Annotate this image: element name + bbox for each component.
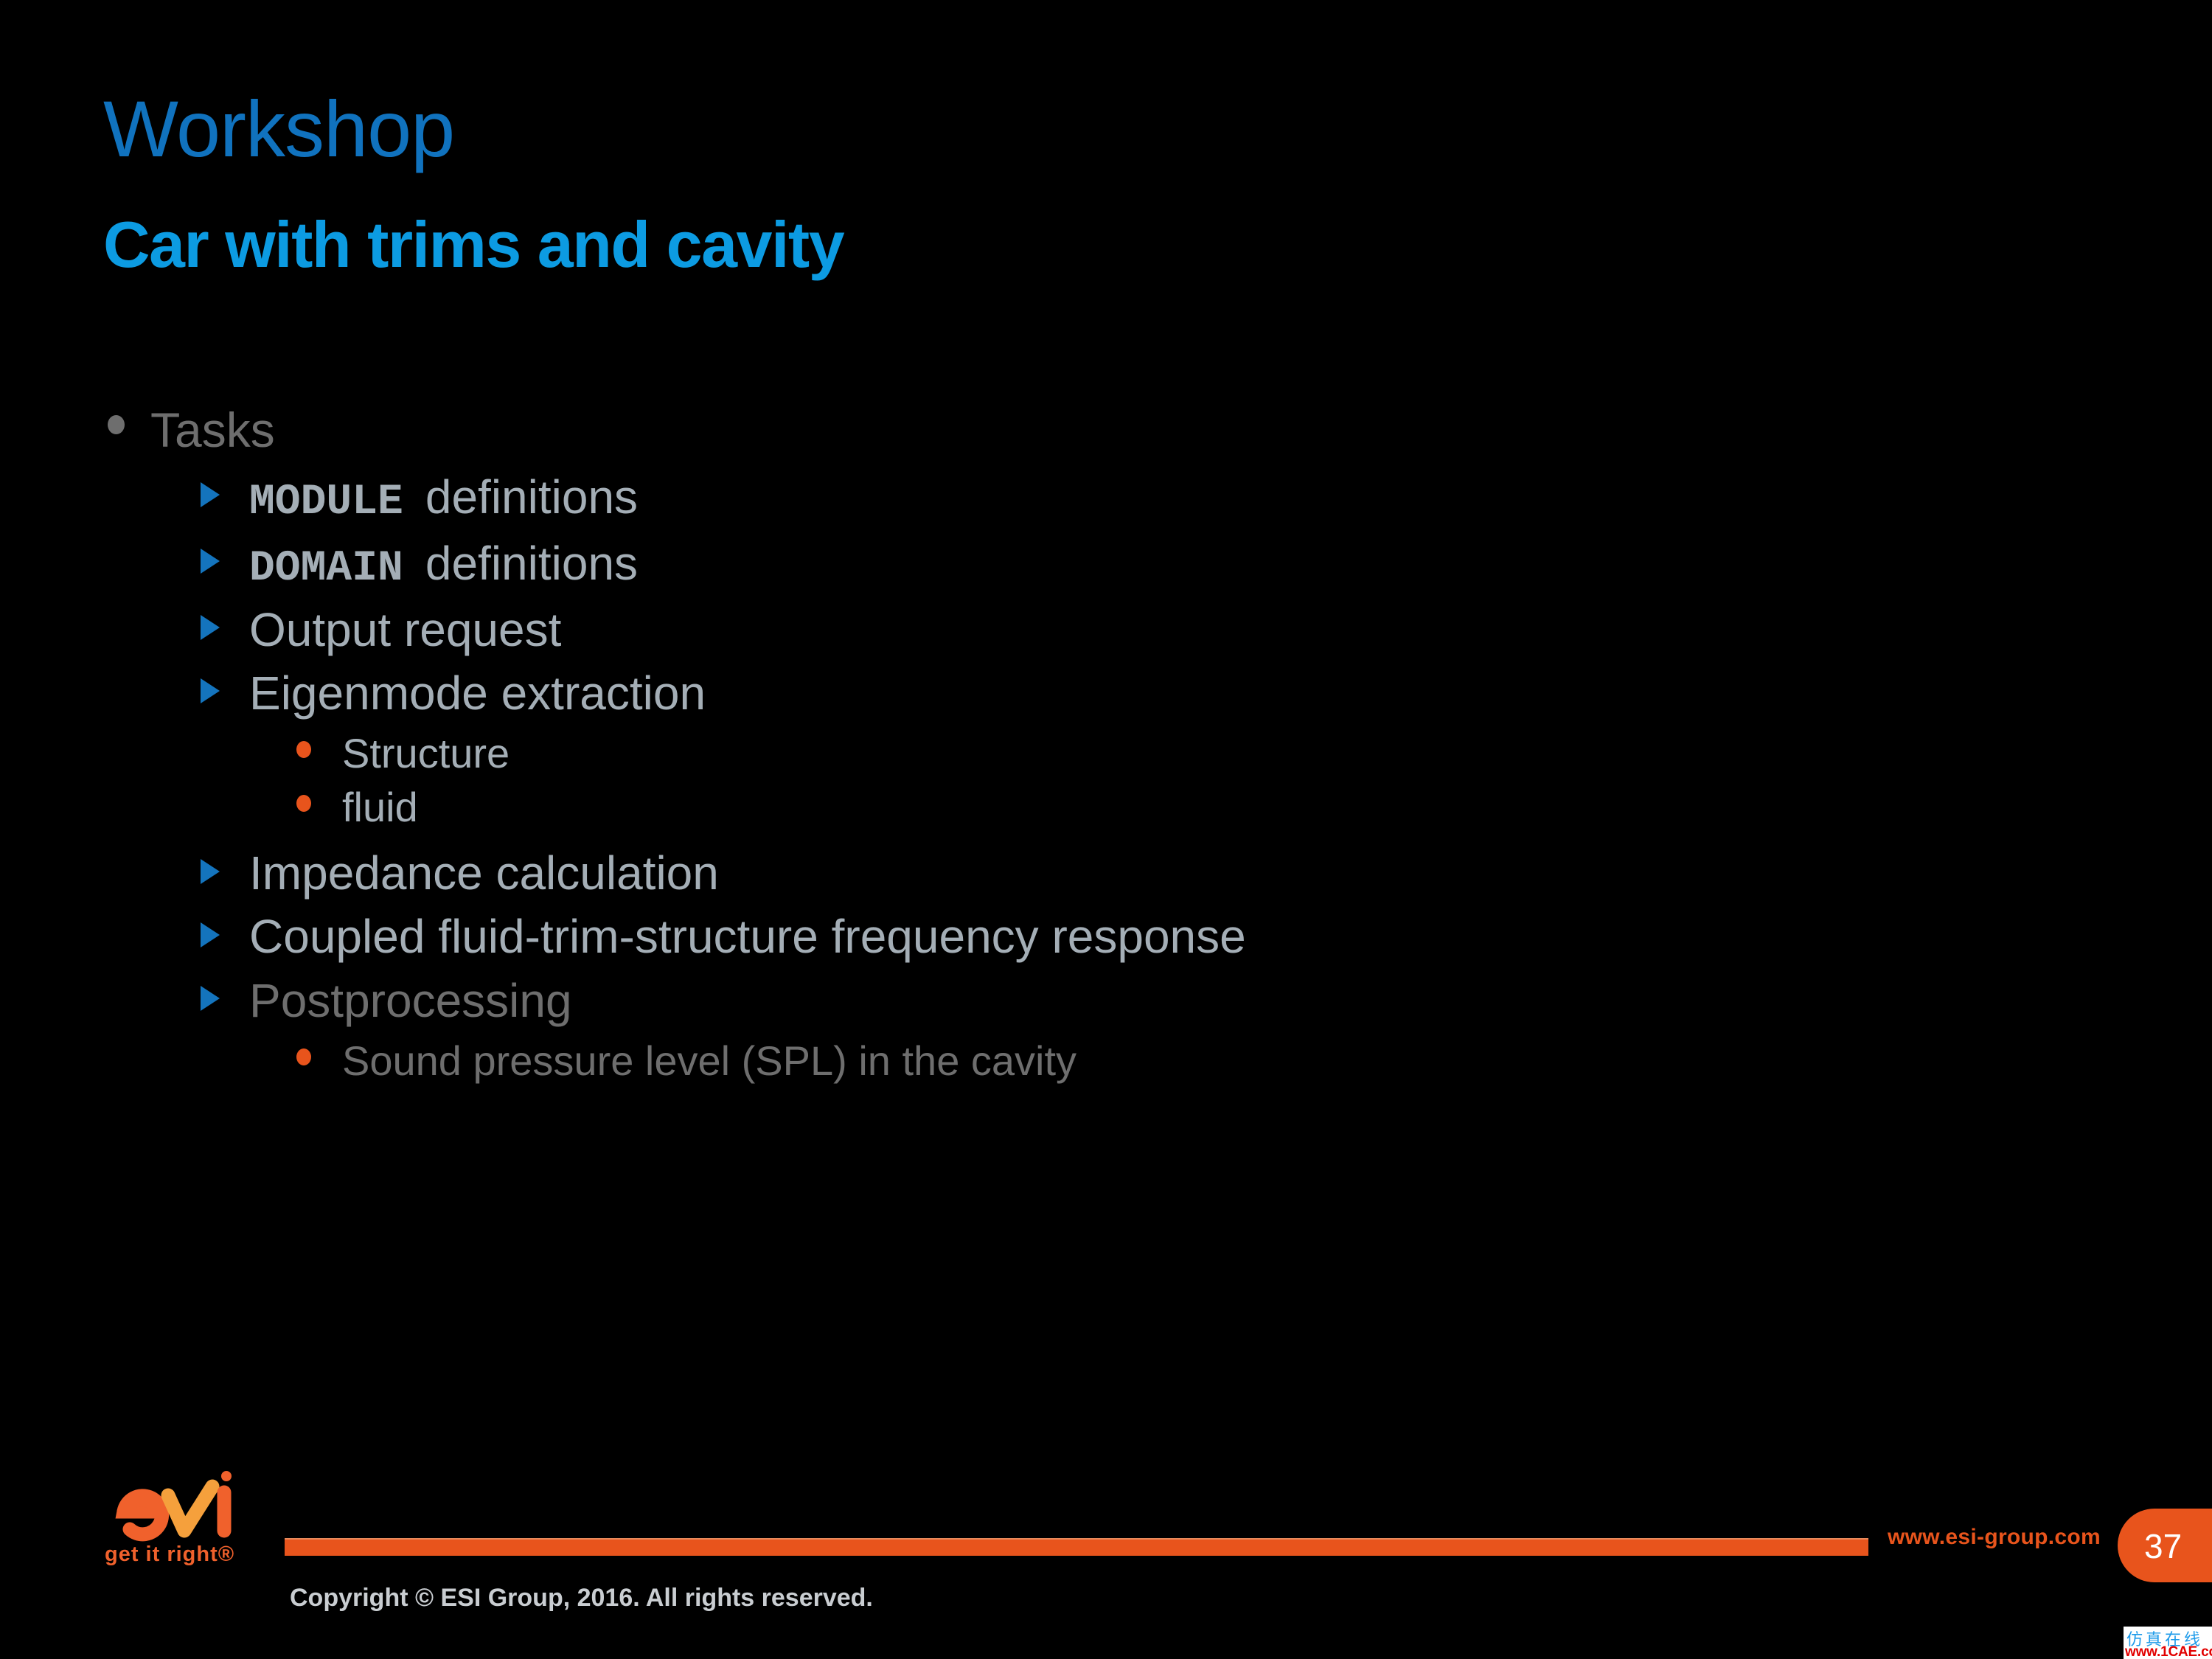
list-item-label: Output request (249, 602, 562, 656)
list-item-tasks: Tasks (103, 402, 2035, 459)
list-item-output-request: Output request (199, 602, 2035, 658)
triangle-icon (199, 922, 249, 958)
list-item-text: definitions (425, 470, 639, 524)
list-item-label: MODULE definitions (249, 469, 638, 528)
list-item-label: fluid (342, 784, 418, 831)
list-item-coupled-frequency-response: Coupled fluid-trim-structure frequency r… (199, 908, 2035, 964)
list-item-structure: Structure (296, 728, 2035, 778)
list-item-label: Sound pressure level (SPL) in the cavity (342, 1037, 1077, 1084)
list-item-module: MODULE definitions (199, 469, 2035, 528)
watermark-url-text: www.1CAE.com (2125, 1644, 2212, 1659)
triangle-icon (199, 615, 249, 651)
slide-canvas: Workshop Car with trims and cavity Tasks… (0, 0, 2212, 1659)
list-item-domain: DOMAIN definitions (199, 535, 2035, 594)
triangle-icon (199, 858, 249, 894)
list-item-fluid: fluid (296, 782, 2035, 832)
list-item-postprocessing: Postprocessing (199, 973, 2035, 1029)
copyright-notice: Copyright © ESI Group, 2016. All rights … (290, 1584, 873, 1612)
triangle-icon (199, 481, 249, 518)
keyword-module: MODULE (249, 478, 403, 526)
triangle-icon (199, 678, 249, 714)
list-item-label: Postprocessing (249, 973, 572, 1027)
page-subtitle: Car with trims and cavity (103, 208, 845, 282)
list-item-label: Coupled fluid-trim-structure frequency r… (249, 910, 1246, 964)
footer-divider (285, 1538, 1868, 1556)
list-item-label: Eigenmode extraction (249, 666, 706, 720)
keyword-domain: DOMAIN (249, 544, 403, 593)
content-list: Tasks MODULE definitions DOMAIN definition… (103, 402, 2035, 1090)
page-title: Workshop (103, 84, 455, 173)
list-item-text: definitions (425, 536, 639, 590)
title-block: Workshop Car with trims and cavity (103, 84, 1873, 282)
list-item-sound-pressure-level: Sound pressure level (SPL) in the cavity (296, 1036, 2035, 1085)
triangle-icon (199, 549, 249, 585)
dot-icon (296, 793, 342, 827)
bullet-dot-icon (103, 409, 150, 455)
logo-tagline: get it right® (105, 1543, 235, 1566)
dot-icon (296, 1046, 342, 1080)
triangle-icon (199, 986, 249, 1022)
dot-icon (296, 739, 342, 773)
list-item-label: Structure (342, 729, 510, 776)
list-item-label: Impedance calculation (249, 846, 719, 900)
page-number: 37 (2144, 1527, 2183, 1565)
list-item-impedance-calculation: Impedance calculation (199, 845, 2035, 901)
list-item-label: DOMAIN definitions (249, 535, 638, 594)
list-item-label: Tasks (150, 403, 275, 457)
watermark: 仿真在线 www.1CAE.com (2124, 1627, 2212, 1659)
page-number-badge: 37 (2118, 1509, 2212, 1582)
list-item-eigenmode-extraction: Eigenmode extraction (199, 665, 2035, 721)
footer-url[interactable]: www.esi-group.com (1888, 1525, 2101, 1550)
